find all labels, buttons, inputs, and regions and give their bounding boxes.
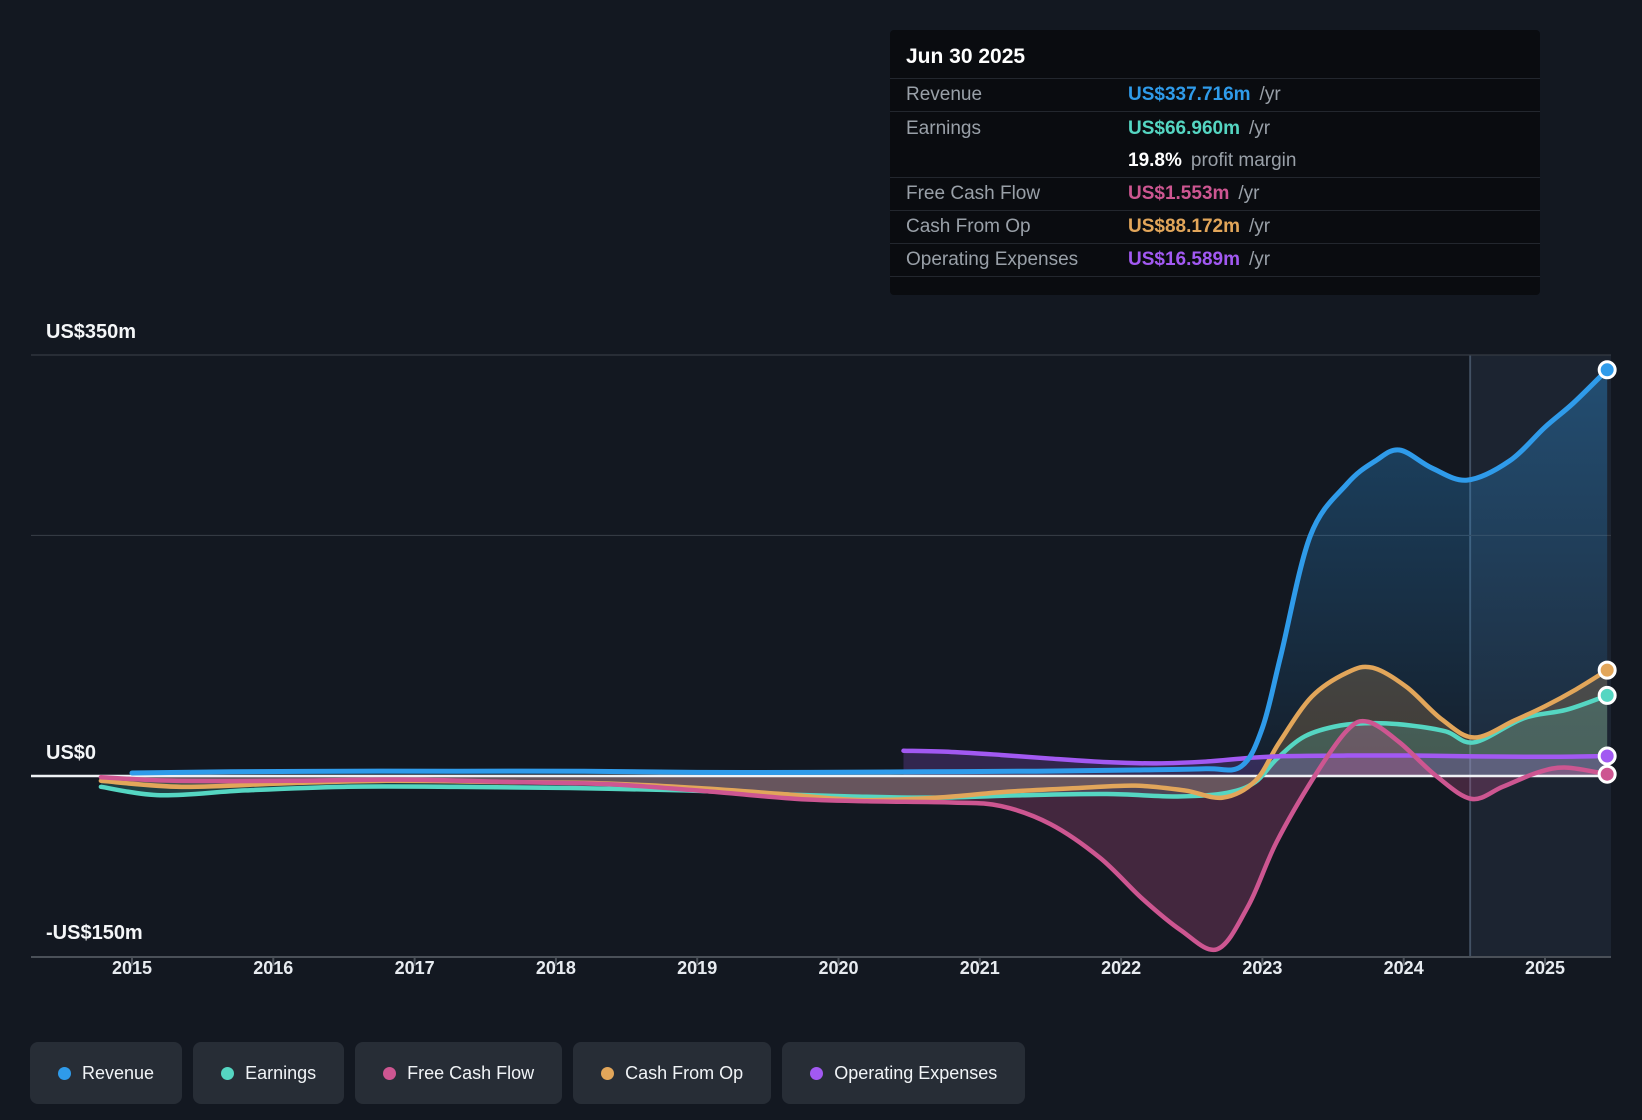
y-axis-label: -US$150m bbox=[46, 922, 143, 945]
tooltip-row-free-cash-flow: Free Cash Flow US$1.553m/yr bbox=[890, 178, 1540, 211]
series-free-cash-flow-endpoint-marker[interactable] bbox=[1597, 764, 1617, 784]
legend: Revenue Earnings Free Cash Flow Cash From O… bbox=[30, 1042, 1026, 1104]
tooltip-row-suffix: profit margin bbox=[1190, 150, 1297, 171]
legend-label: Cash From Op bbox=[625, 1062, 744, 1083]
y-axis-label: US$0 bbox=[46, 742, 97, 764]
series-cash-from-op-endpoint-marker[interactable] bbox=[1597, 660, 1617, 680]
series-operating-expenses-endpoint-marker[interactable] bbox=[1597, 746, 1617, 766]
legend-dot-icon bbox=[601, 1066, 615, 1080]
x-axis-label: 2015 bbox=[111, 958, 153, 978]
legend-chip-earnings[interactable]: Earnings bbox=[193, 1042, 345, 1104]
tooltip-date: Jun 30 2025 bbox=[890, 30, 1540, 79]
series-earnings-endpoint-marker[interactable] bbox=[1597, 685, 1617, 705]
series-revenue-endpoint-marker[interactable] bbox=[1597, 360, 1617, 380]
tooltip-row-label: Revenue bbox=[906, 84, 983, 105]
x-axis-label: 2019 bbox=[677, 958, 718, 978]
legend-dot-icon bbox=[221, 1066, 235, 1080]
tooltip-row-value: US$88.172m bbox=[1128, 216, 1240, 237]
tooltip-row-suffix: /yr bbox=[1248, 249, 1271, 270]
x-axis-label: 2025 bbox=[1524, 958, 1566, 978]
legend-chip-cash-from-op[interactable]: Cash From Op bbox=[573, 1042, 772, 1104]
legend-chip-operating-expenses[interactable]: Operating Expenses bbox=[782, 1042, 1026, 1104]
tooltip-row-value: 19.8% bbox=[1128, 150, 1182, 171]
legend-chip-revenue[interactable]: Revenue bbox=[30, 1042, 183, 1104]
tooltip-row-label: Free Cash Flow bbox=[906, 183, 1041, 204]
x-axis-label: 2022 bbox=[1101, 958, 1142, 978]
tooltip-rows: Revenue US$337.716m/yr Earnings US$66.960m /… bbox=[890, 79, 1540, 277]
tooltip-row-cash-from-op: Cash From Op US$88.172m/yr bbox=[890, 211, 1540, 244]
tooltip-row-value: US$1.553m bbox=[1128, 183, 1230, 204]
tooltip-row-label: Operating Expenses bbox=[906, 249, 1079, 270]
tooltip-row-profit-margin: 19.8% profit margin bbox=[890, 145, 1540, 178]
tooltip-row-value: US$16.589m bbox=[1128, 249, 1240, 270]
tooltip-row-suffix: /yr bbox=[1248, 117, 1271, 139]
tooltip-row-suffix: /yr bbox=[1238, 183, 1260, 204]
y-axis-label: US$350m bbox=[46, 320, 137, 343]
legend-label: Operating Expenses bbox=[834, 1062, 998, 1083]
tooltip-row-value: US$337.716m bbox=[1128, 84, 1251, 105]
tooltip-row-suffix: /yr bbox=[1248, 216, 1271, 237]
x-axis-label: 2021 bbox=[959, 958, 1000, 978]
legend-dot-icon bbox=[383, 1066, 397, 1080]
tooltip-row-suffix: /yr bbox=[1259, 84, 1281, 105]
legend-label: Free Cash Flow bbox=[407, 1062, 535, 1083]
x-axis-label: 2017 bbox=[394, 958, 435, 978]
tooltip-row-earnings: Earnings US$66.960m/yr bbox=[890, 112, 1540, 145]
x-axis-label: 2023 bbox=[1242, 958, 1283, 978]
chart-tooltip: Jun 30 2025 Revenue US$337.716m/yr Earning… bbox=[890, 30, 1540, 295]
legend-label: Earnings bbox=[245, 1062, 317, 1083]
legend-dot-icon bbox=[810, 1066, 824, 1080]
tooltip-row-operating-expenses: Operating Expenses US$16.589m/yr bbox=[890, 244, 1540, 277]
tooltip-row-value: US$66.960m bbox=[1128, 117, 1240, 139]
tooltip-row-label: Cash From Op bbox=[906, 216, 1031, 237]
x-axis-label: 2018 bbox=[535, 958, 576, 978]
tooltip-row-label: Earnings bbox=[906, 117, 981, 139]
tooltip-row-revenue: Revenue US$337.716m/yr bbox=[890, 79, 1540, 112]
legend-chip-free-cash-flow[interactable]: Free Cash Flow bbox=[355, 1042, 563, 1104]
legend-dot-icon bbox=[58, 1066, 71, 1080]
x-axis-label: 2024 bbox=[1383, 958, 1424, 978]
x-axis-label: 2016 bbox=[253, 958, 294, 978]
x-axis-label: 2020 bbox=[818, 958, 859, 978]
legend-label: Revenue bbox=[82, 1062, 155, 1083]
